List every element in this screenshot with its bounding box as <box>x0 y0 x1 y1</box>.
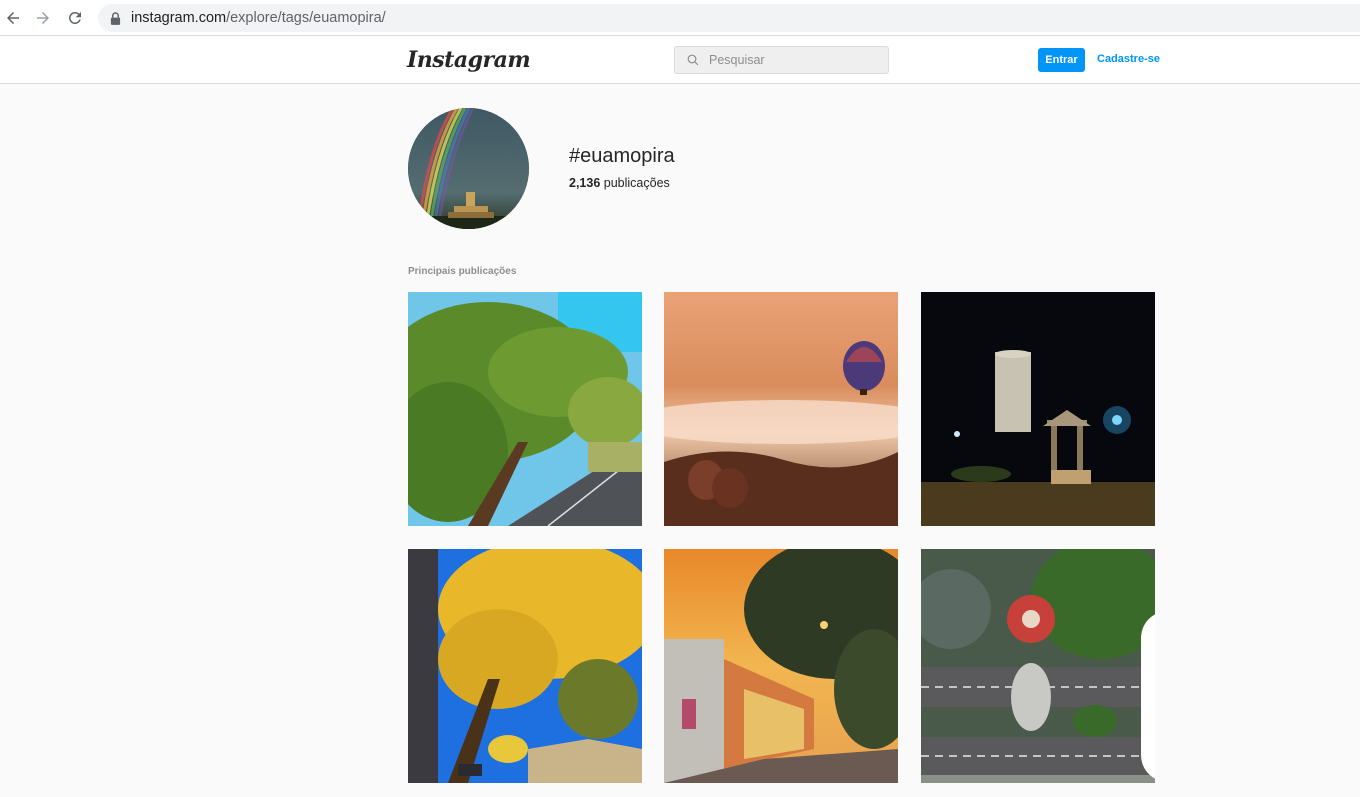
forward-arrow-icon[interactable] <box>32 7 54 29</box>
post-tile[interactable] <box>921 549 1155 783</box>
search-box[interactable] <box>674 46 889 74</box>
post-tile[interactable] <box>664 292 898 526</box>
instagram-header: Instagram Entrar Cadastre-se <box>0 37 1360 84</box>
post-tile[interactable] <box>408 549 642 783</box>
post-tile[interactable] <box>664 549 898 783</box>
address-bar[interactable]: instagram.com/explore/tags/euamopira/ <box>98 4 1360 32</box>
back-arrow-icon[interactable] <box>2 7 24 29</box>
search-icon <box>687 54 699 66</box>
signup-link[interactable]: Cadastre-se <box>1097 53 1160 65</box>
browser-toolbar: instagram.com/explore/tags/euamopira/ <box>0 0 1360 36</box>
login-button[interactable]: Entrar <box>1038 48 1085 72</box>
post-tile[interactable] <box>921 292 1155 526</box>
section-title: Principais publicações <box>408 266 517 277</box>
reload-icon[interactable] <box>64 7 86 29</box>
url-text: instagram.com/explore/tags/euamopira/ <box>131 10 386 26</box>
lock-icon <box>110 11 122 25</box>
tag-post-count: 2,136 publicações <box>569 176 670 190</box>
tag-avatar <box>408 108 529 229</box>
post-tile[interactable] <box>408 292 642 526</box>
instagram-logo[interactable]: Instagram <box>407 47 531 73</box>
multiple-posts-icon <box>1132 557 1155 779</box>
tag-title: #euamopira <box>569 145 675 167</box>
search-input[interactable] <box>709 53 869 67</box>
